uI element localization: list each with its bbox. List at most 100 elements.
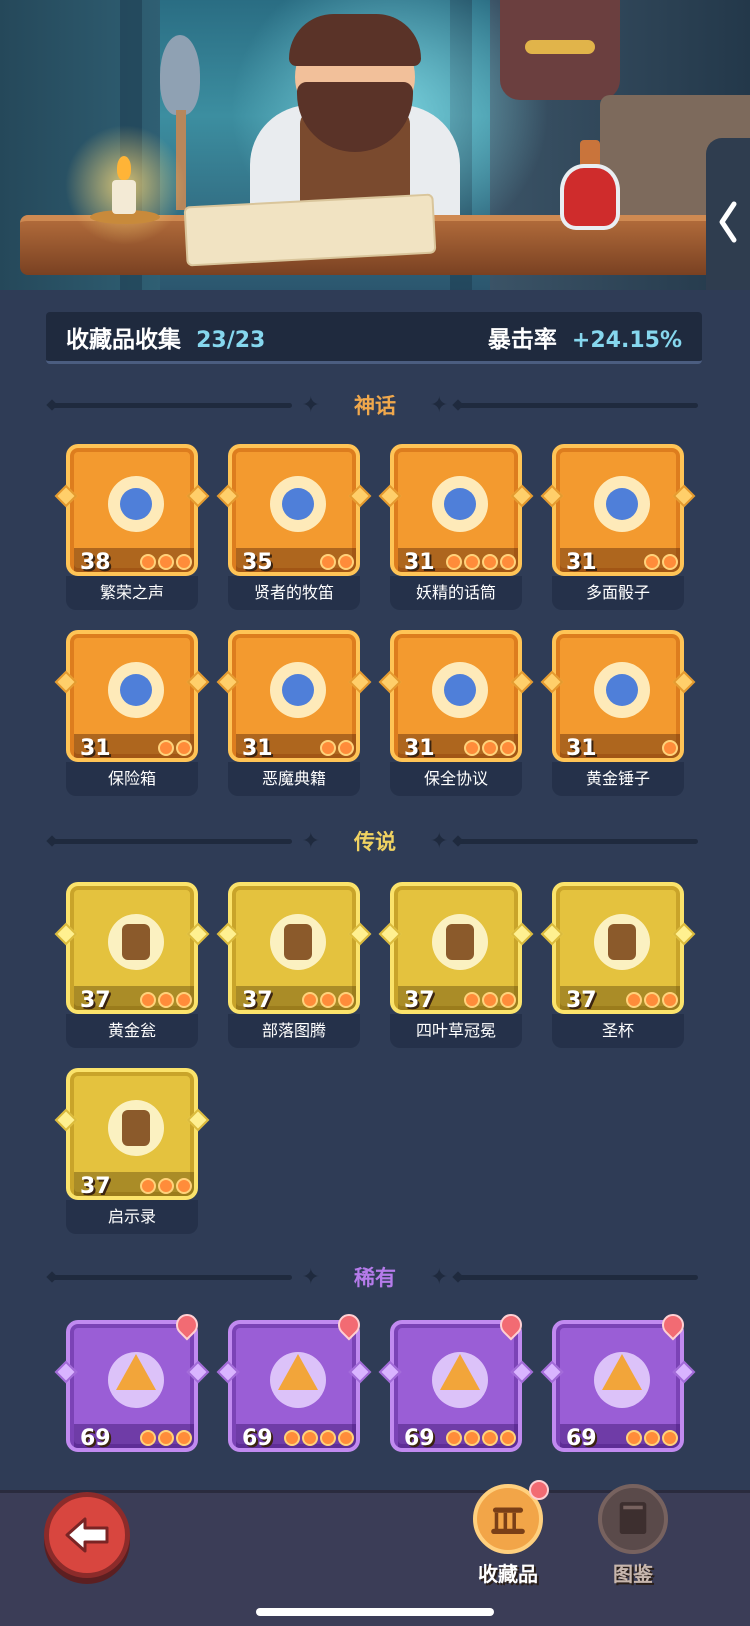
item-level: 69 — [404, 1425, 435, 1451]
collectible-card[interactable]: 69 — [216, 1309, 372, 1488]
notification-dot — [529, 1480, 549, 1500]
level-bar: 31 — [398, 548, 518, 575]
star-icon — [302, 992, 318, 1008]
collectible-card[interactable]: 31 妖精的话筒 — [378, 444, 534, 612]
card-frame: 37 — [66, 882, 198, 1014]
card-frame: 69 — [66, 1320, 198, 1452]
card-frame: 31 — [228, 630, 360, 762]
star-icon — [644, 1430, 660, 1446]
phoenix-feather-icon — [258, 1340, 338, 1420]
star-icon — [662, 992, 678, 1008]
star-rating — [662, 740, 678, 756]
collectible-card[interactable]: 31 恶魔典籍 — [216, 630, 372, 798]
collectible-card[interactable]: 37 黄金瓮 — [54, 882, 210, 1050]
dwarf-merchant — [225, 10, 485, 225]
collectible-card[interactable]: 38 繁荣之声 — [54, 444, 210, 612]
level-bar: 69 — [560, 1424, 680, 1448]
back-button[interactable] — [44, 1492, 130, 1578]
item-level: 37 — [80, 987, 111, 1013]
holy-grail-icon — [582, 902, 662, 982]
card-frame: 31 — [66, 630, 198, 762]
section-header-legendary: ✦ 传说 ✦ — [52, 826, 698, 856]
star-icon — [482, 992, 498, 1008]
collection-list[interactable]: 收藏品收集 23/23 暴击率 +24.15% ✦ 神话 ✦ ✦ 传说 ✦ ✦ … — [0, 290, 750, 1500]
collectible-card[interactable]: 31 多面骰子 — [540, 444, 696, 612]
star-icon — [464, 554, 480, 570]
star-rating — [446, 1430, 516, 1446]
collectible-card[interactable]: 69 — [378, 1309, 534, 1488]
collectible-card[interactable]: 31 黄金锤子 — [540, 630, 696, 798]
nav-tab-codex[interactable]: 图鉴 — [578, 1484, 688, 1594]
level-bar: 31 — [74, 734, 194, 761]
card-frame: 37 — [66, 1068, 198, 1200]
level-bar: 69 — [236, 1424, 356, 1451]
item-level: 37 — [566, 987, 597, 1013]
side-panel-toggle[interactable] — [706, 138, 750, 306]
collection-label: 收藏品收集 — [66, 326, 181, 353]
skull-dagger-icon — [420, 1340, 500, 1420]
item-level: 31 — [80, 735, 111, 761]
nav-tab-collection[interactable]: 收藏品 — [453, 1480, 563, 1594]
crit-rate: 暴击率 +24.15% — [488, 320, 682, 354]
collectible-card[interactable]: 31 保险箱 — [54, 630, 210, 798]
item-level: 35 — [242, 549, 273, 575]
item-name: 启示录 — [66, 1200, 198, 1234]
star-icon — [482, 1430, 498, 1446]
star-icon — [338, 740, 354, 756]
card-frame: 31 — [390, 444, 522, 576]
level-bar: 31 — [398, 734, 518, 761]
star-icon — [644, 554, 660, 570]
collectible-card[interactable]: 37 启示录 — [54, 1068, 210, 1236]
star-icon — [140, 554, 156, 570]
star-icon — [140, 1430, 156, 1446]
star-icon — [302, 1430, 318, 1446]
item-level: 31 — [404, 735, 435, 761]
collectible-card[interactable]: 37 圣杯 — [540, 882, 696, 1050]
level-bar: 31 — [560, 548, 680, 572]
collectible-card[interactable]: 35 贤者的牧笛 — [216, 444, 372, 612]
item-level: 31 — [566, 735, 597, 761]
item-level: 31 — [242, 735, 273, 761]
star-icon — [464, 1430, 480, 1446]
item-level: 69 — [242, 1425, 273, 1451]
level-bar: 38 — [74, 548, 194, 572]
card-frame: 69 — [390, 1320, 522, 1452]
card-frame: 69 — [552, 1320, 684, 1452]
candle-icon — [60, 120, 190, 250]
collectible-card[interactable]: 37 四叶草冠冕 — [378, 882, 534, 1050]
item-level: 31 — [404, 549, 435, 575]
golden-urn-icon — [96, 902, 176, 982]
star-icon — [482, 740, 498, 756]
collection-value: 23/23 — [196, 327, 266, 353]
clover-crown-icon — [420, 902, 500, 982]
level-bar: 69 — [398, 1424, 518, 1451]
star-icon — [464, 992, 480, 1008]
star-rating — [626, 992, 678, 1008]
collectible-card[interactable]: 69 — [540, 1309, 696, 1488]
level-bar: 37 — [74, 986, 194, 1013]
card-frame: 69 — [228, 1320, 360, 1452]
card-frame: 37 — [228, 882, 360, 1014]
item-name: 保险箱 — [66, 762, 198, 796]
collectible-card[interactable]: 31 保全协议 — [378, 630, 534, 798]
star-icon — [176, 1430, 192, 1446]
level-bar: 31 — [236, 734, 356, 761]
star-rating — [464, 740, 516, 756]
tribal-totem-icon — [258, 902, 338, 982]
collectible-card[interactable]: 37 部落图腾 — [216, 882, 372, 1050]
star-rating — [464, 992, 516, 1008]
shop-banner — [0, 0, 750, 290]
star-icon — [662, 740, 678, 756]
item-name: 黄金锤子 — [552, 762, 684, 796]
star-icon — [626, 992, 642, 1008]
star-rating — [320, 740, 354, 756]
star-icon — [176, 554, 192, 570]
level-bar: 35 — [236, 548, 356, 575]
star-icon — [464, 740, 480, 756]
item-name: 圣杯 — [552, 1014, 684, 1048]
star-rating — [140, 992, 192, 1008]
star-icon — [626, 1430, 642, 1446]
open-book-icon — [96, 1088, 176, 1168]
star-rating — [446, 554, 516, 570]
collectible-card[interactable]: 69 — [54, 1309, 210, 1488]
